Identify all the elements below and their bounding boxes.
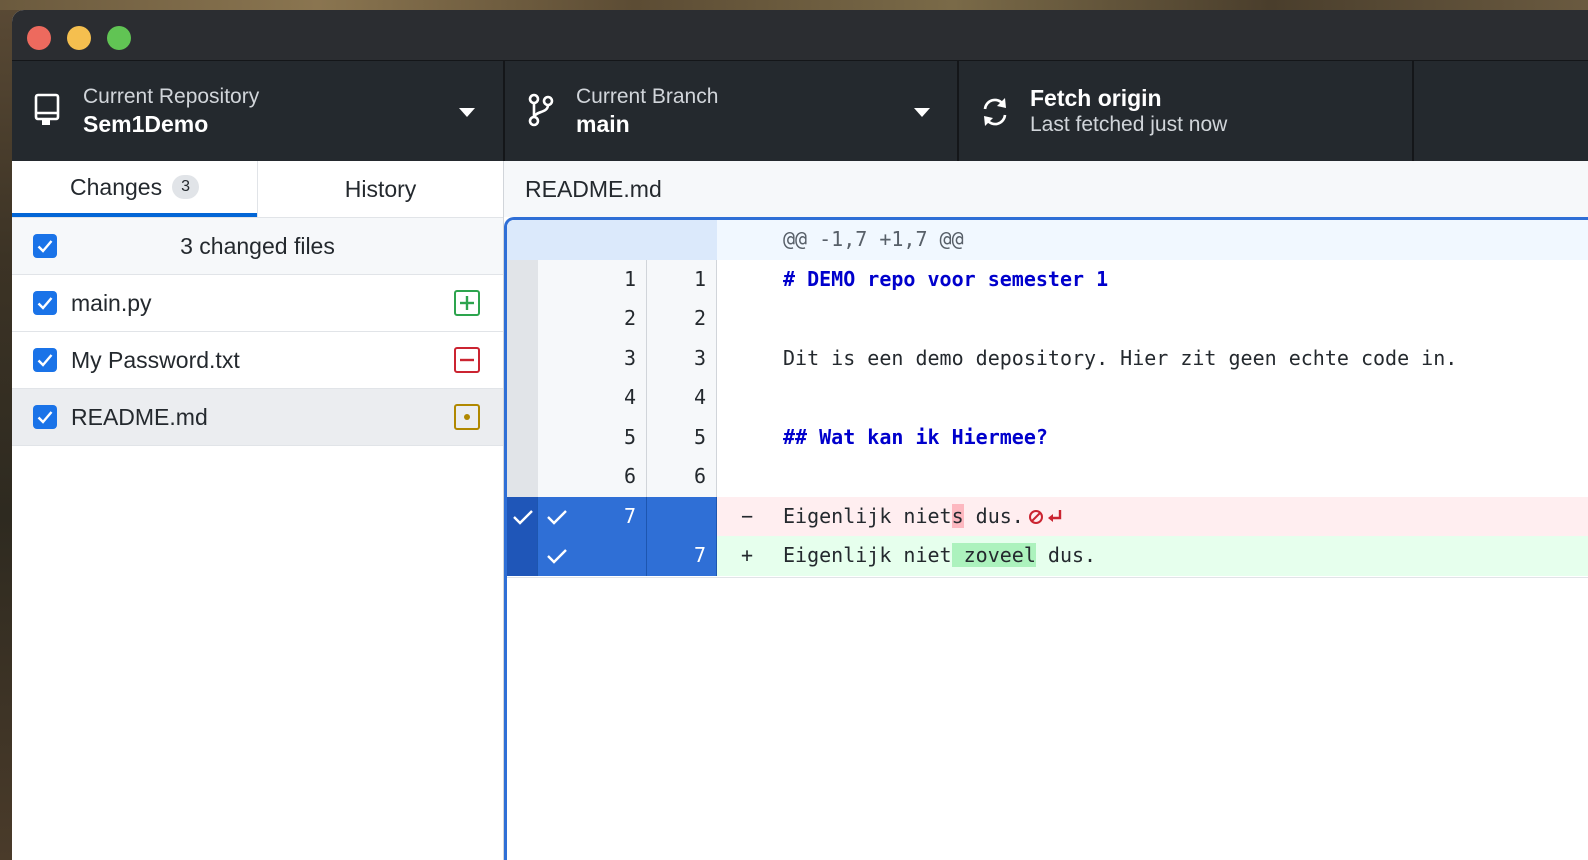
sync-icon [983,98,1007,126]
added-line[interactable]: 7 + Eigenlijk niet zoveel dus. [507,536,1588,576]
file-name: main.py [71,290,152,316]
minimize-window-button[interactable] [67,26,91,50]
repository-label: Current Repository [83,85,260,108]
title-bar [12,10,1588,60]
line-select-toggle[interactable]: 7 [538,496,647,536]
current-branch-button[interactable]: Current Branch main [505,61,959,161]
old-line-number: 1 [538,259,647,299]
branch-name: main [576,111,630,137]
toolbar: Current Repository Sem1Demo Current Bran… [12,60,1588,161]
tab-changes[interactable]: Changes 3 [12,161,257,217]
old-line-number: 5 [538,417,647,457]
diff-body: @@ -1,7 +1,7 @@ 1 1 # DEMO repo voor sem… [504,217,1588,860]
file-row[interactable]: main.py [12,275,503,332]
current-repository-button[interactable]: Current Repository Sem1Demo [12,61,505,161]
file-name: README.md [71,404,208,430]
changes-sidebar: Changes 3 History 3 changed files main.p… [12,161,504,860]
changed-files-summary: 3 changed files [180,233,335,259]
file-checkbox[interactable] [33,405,57,429]
file-row-selected[interactable]: README.md [12,389,503,446]
file-added-icon [454,290,480,316]
diff-line[interactable]: 2 2 [507,299,1588,339]
check-icon [37,297,53,310]
tab-changes-label: Changes [70,173,163,200]
deleted-line[interactable]: 7 − Eigenlijk niets dus. [507,496,1588,536]
fetch-title: Fetch origin [1030,85,1162,111]
deleted-highlight: s [951,503,964,528]
deleted-text: Eigenlijk niet [783,503,952,528]
file-checkbox[interactable] [33,348,57,372]
app-window: Current Repository Sem1Demo Current Bran… [12,10,1588,860]
diff-file-name: README.md [504,161,1588,217]
added-text-end: dus. [1035,543,1097,567]
new-line-number: 4 [647,378,717,418]
new-line-number: 6 [647,457,717,497]
diff-line[interactable]: 5 5 ## Wat kan ik Hiermee? [507,417,1588,457]
fetch-subtitle: Last fetched just now [1030,113,1228,136]
hunk-select-toggle[interactable] [507,496,538,536]
new-line-number: 3 [647,338,717,378]
file-modified-icon [454,404,480,430]
sidebar-tabs: Changes 3 History [12,161,503,218]
hunk-select-toggle[interactable] [507,536,538,576]
old-line-number: 4 [538,378,647,418]
old-line-number: 3 [538,338,647,378]
diff-line-text: Dit is een demo depository. Hier zit gee… [783,345,1458,370]
file-checkbox[interactable] [33,291,57,315]
diff-line-text: ## Wat kan ik Hiermee? [783,424,1048,449]
diff-line[interactable]: 3 3 Dit is een demo depository. Hier zit… [507,338,1588,378]
diff-view: README.md @@ -1,7 +1,7 @@ 1 1 # DEMO rep… [504,161,1588,860]
tab-history-label: History [344,175,417,202]
close-window-button[interactable] [27,26,51,50]
deleted-text-end: dus. [963,503,1024,528]
maximize-window-button[interactable] [107,26,131,50]
deletion-marker: − [741,503,754,528]
new-line-number: 7 [647,536,717,576]
select-all-row: 3 changed files [12,218,503,275]
repository-name: Sem1Demo [83,111,209,137]
line-select-toggle[interactable] [538,536,647,576]
added-text: Eigenlijk niet [783,543,952,567]
old-line-number: 6 [538,457,647,497]
check-icon [513,509,533,525]
hunk-header-text: @@ -1,7 +1,7 @@ [783,227,964,251]
diff-line[interactable]: 6 6 [507,457,1588,497]
file-name: My Password.txt [71,347,240,373]
chevron-down-icon [914,108,930,117]
old-line-number: 7 [623,503,636,528]
added-highlight: zoveel [951,543,1036,567]
diff-line[interactable]: 4 4 [507,378,1588,418]
desktop-background [0,0,1588,10]
file-row[interactable]: My Password.txt [12,332,503,389]
changes-count-badge: 3 [172,175,199,199]
branch-label: Current Branch [576,85,719,108]
diff-end-divider [507,577,1588,578]
diff-line[interactable]: 1 1 # DEMO repo voor semester 1 [507,259,1588,299]
no-newline-icon [1028,509,1062,524]
file-deleted-icon [454,347,480,373]
new-line-number: 5 [647,417,717,457]
new-line-number: 2 [647,299,717,339]
check-icon [37,411,53,424]
old-line-number: 2 [538,299,647,339]
fetch-origin-button[interactable]: Fetch origin Last fetched just now [959,61,1414,161]
tab-history[interactable]: History [257,161,503,217]
addition-marker: + [741,543,754,567]
check-icon [37,354,53,367]
check-icon [547,549,567,564]
hunk-header[interactable]: @@ -1,7 +1,7 @@ [507,220,1588,260]
repo-icon [34,93,60,125]
branch-icon [528,93,554,127]
diff-line-text: # DEMO repo voor semester 1 [783,266,1109,291]
check-icon [547,509,567,525]
chevron-down-icon [459,108,475,117]
new-line-number: 1 [647,259,717,299]
